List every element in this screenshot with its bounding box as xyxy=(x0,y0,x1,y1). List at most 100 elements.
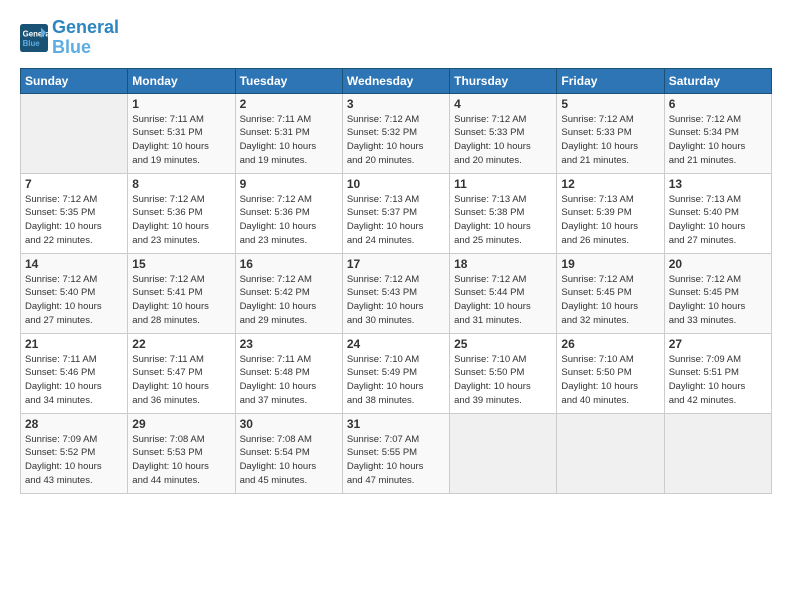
calendar-cell: 27 Sunrise: 7:09 AMSunset: 5:51 PMDayligh… xyxy=(664,333,771,413)
calendar-cell: 13 Sunrise: 7:13 AMSunset: 5:40 PMDayligh… xyxy=(664,173,771,253)
calendar-cell xyxy=(450,413,557,493)
calendar-cell: 1Sunrise: 7:11 AMSunset: 5:31 PMDaylight… xyxy=(128,93,235,173)
calendar-week-row: 1 Sunrise: 7:11 AMSunset: 5:31 PMDaylight… xyxy=(21,93,772,173)
calendar-cell: 9 Sunrise: 7:12 AMSunset: 5:36 PMDaylight… xyxy=(235,173,342,253)
day-info: Sunrise: 7:12 AMSunset: 5:36 PMDaylight:… xyxy=(132,193,230,248)
calendar-cell: 28 Sunrise: 7:09 AMSunset: 5:52 PMDayligh… xyxy=(21,413,128,493)
day-info: Sunrise: 7:13 AMSunset: 5:38 PMDaylight:… xyxy=(454,193,552,248)
calendar-cell: 14 Sunrise: 7:12 AMSunset: 5:40 PMDayligh… xyxy=(21,253,128,333)
page-container: General Blue GeneralBlue SundayMondayTue… xyxy=(0,0,792,504)
day-info: Sunrise: 7:12 AMSunset: 5:32 PMDaylight:… xyxy=(347,113,445,168)
calendar-cell: 19Sunrise: 7:12 AMSunset: 5:45 PMDayligh… xyxy=(557,253,664,333)
day-number: 30 xyxy=(240,417,338,431)
logo: General Blue GeneralBlue xyxy=(20,18,119,58)
day-number: 13 xyxy=(669,177,767,191)
day-number: 28 xyxy=(25,417,123,431)
calendar-cell: 10Sunrise: 7:13 AMSunset: 5:37 PMDayligh… xyxy=(342,173,449,253)
day-number: 7 xyxy=(25,177,123,191)
day-info: Sunrise: 7:11 AMSunset: 5:48 PMDaylight:… xyxy=(240,353,338,408)
day-number: 11 xyxy=(454,177,552,191)
calendar-cell xyxy=(664,413,771,493)
calendar-cell: 6Sunrise: 7:12 AMSunset: 5:34 PMDaylight… xyxy=(664,93,771,173)
day-number: 27 xyxy=(669,337,767,351)
calendar-week-row: 14 Sunrise: 7:12 AMSunset: 5:40 PMDayligh… xyxy=(21,253,772,333)
day-info: Sunrise: 7:12 AMSunset: 5:33 PMDaylight:… xyxy=(561,113,659,168)
day-number: 25 xyxy=(454,337,552,351)
day-number: 12 xyxy=(561,177,659,191)
calendar-cell: 20 Sunrise: 7:12 AMSunset: 5:45 PMDayligh… xyxy=(664,253,771,333)
calendar-cell: 25 Sunrise: 7:10 AMSunset: 5:50 PMDayligh… xyxy=(450,333,557,413)
weekday-header: Saturday xyxy=(664,68,771,93)
weekday-header: Monday xyxy=(128,68,235,93)
day-info: Sunrise: 7:12 AMSunset: 5:43 PMDaylight:… xyxy=(347,273,445,328)
calendar-cell: 7 Sunrise: 7:12 AMSunset: 5:35 PMDaylight… xyxy=(21,173,128,253)
calendar-cell: 24Sunrise: 7:10 AMSunset: 5:49 PMDayligh… xyxy=(342,333,449,413)
weekday-header: Friday xyxy=(557,68,664,93)
day-info: Sunrise: 7:10 AMSunset: 5:50 PMDaylight:… xyxy=(454,353,552,408)
day-info: Sunrise: 7:09 AMSunset: 5:52 PMDaylight:… xyxy=(25,433,123,488)
day-info: Sunrise: 7:12 AMSunset: 5:44 PMDaylight:… xyxy=(454,273,552,328)
day-number: 31 xyxy=(347,417,445,431)
svg-text:Blue: Blue xyxy=(23,39,41,48)
day-info: Sunrise: 7:11 AMSunset: 5:47 PMDaylight:… xyxy=(132,353,230,408)
day-number: 15 xyxy=(132,257,230,271)
day-number: 16 xyxy=(240,257,338,271)
calendar-week-row: 7 Sunrise: 7:12 AMSunset: 5:35 PMDaylight… xyxy=(21,173,772,253)
day-info: Sunrise: 7:12 AMSunset: 5:33 PMDaylight:… xyxy=(454,113,552,168)
weekday-header: Sunday xyxy=(21,68,128,93)
day-info: Sunrise: 7:13 AMSunset: 5:40 PMDaylight:… xyxy=(669,193,767,248)
calendar-cell: 18 Sunrise: 7:12 AMSunset: 5:44 PMDayligh… xyxy=(450,253,557,333)
calendar-week-row: 21Sunrise: 7:11 AMSunset: 5:46 PMDayligh… xyxy=(21,333,772,413)
weekday-header: Thursday xyxy=(450,68,557,93)
day-number: 9 xyxy=(240,177,338,191)
calendar-cell: 23 Sunrise: 7:11 AMSunset: 5:48 PMDayligh… xyxy=(235,333,342,413)
day-number: 20 xyxy=(669,257,767,271)
day-number: 23 xyxy=(240,337,338,351)
day-info: Sunrise: 7:10 AMSunset: 5:50 PMDaylight:… xyxy=(561,353,659,408)
calendar-cell: 11 Sunrise: 7:13 AMSunset: 5:38 PMDayligh… xyxy=(450,173,557,253)
day-number: 2 xyxy=(240,97,338,111)
day-info: Sunrise: 7:12 AMSunset: 5:36 PMDaylight:… xyxy=(240,193,338,248)
calendar-cell: 2 Sunrise: 7:11 AMSunset: 5:31 PMDaylight… xyxy=(235,93,342,173)
calendar-body: 1 Sunrise: 7:11 AMSunset: 5:31 PMDaylight… xyxy=(21,93,772,493)
day-number: 8 xyxy=(132,177,230,191)
logo-text: GeneralBlue xyxy=(52,18,119,58)
calendar-cell xyxy=(557,413,664,493)
weekday-header: Wednesday xyxy=(342,68,449,93)
day-info: Sunrise: 7:12 AMSunset: 5:45 PMDaylight:… xyxy=(561,273,659,328)
day-info: Sunrise: 7:12 AMSunset: 5:40 PMDaylight:… xyxy=(25,273,123,328)
logo-icon: General Blue xyxy=(20,24,48,52)
calendar-cell: 29 Sunrise: 7:08 AMSunset: 5:53 PMDayligh… xyxy=(128,413,235,493)
day-info: Sunrise: 7:12 AMSunset: 5:45 PMDaylight:… xyxy=(669,273,767,328)
calendar-cell: 26 Sunrise: 7:10 AMSunset: 5:50 PMDayligh… xyxy=(557,333,664,413)
calendar-week-row: 28 Sunrise: 7:09 AMSunset: 5:52 PMDayligh… xyxy=(21,413,772,493)
day-number: 29 xyxy=(132,417,230,431)
calendar-cell: 12Sunrise: 7:13 AMSunset: 5:39 PMDayligh… xyxy=(557,173,664,253)
day-info: Sunrise: 7:07 AMSunset: 5:55 PMDaylight:… xyxy=(347,433,445,488)
calendar-cell: 15Sunrise: 7:12 AMSunset: 5:41 PMDayligh… xyxy=(128,253,235,333)
calendar-cell xyxy=(21,93,128,173)
day-number: 21 xyxy=(25,337,123,351)
header: General Blue GeneralBlue xyxy=(20,18,772,58)
calendar-cell: 17Sunrise: 7:12 AMSunset: 5:43 PMDayligh… xyxy=(342,253,449,333)
day-number: 6 xyxy=(669,97,767,111)
calendar-cell: 3 Sunrise: 7:12 AMSunset: 5:32 PMDaylight… xyxy=(342,93,449,173)
day-info: Sunrise: 7:09 AMSunset: 5:51 PMDaylight:… xyxy=(669,353,767,408)
day-number: 5 xyxy=(561,97,659,111)
day-number: 14 xyxy=(25,257,123,271)
calendar-cell: 21Sunrise: 7:11 AMSunset: 5:46 PMDayligh… xyxy=(21,333,128,413)
calendar-cell: 22 Sunrise: 7:11 AMSunset: 5:47 PMDayligh… xyxy=(128,333,235,413)
calendar-cell: 5 Sunrise: 7:12 AMSunset: 5:33 PMDaylight… xyxy=(557,93,664,173)
day-number: 22 xyxy=(132,337,230,351)
day-number: 3 xyxy=(347,97,445,111)
day-info: Sunrise: 7:08 AMSunset: 5:53 PMDaylight:… xyxy=(132,433,230,488)
day-number: 26 xyxy=(561,337,659,351)
day-info: Sunrise: 7:12 AMSunset: 5:35 PMDaylight:… xyxy=(25,193,123,248)
day-number: 18 xyxy=(454,257,552,271)
calendar-table: SundayMondayTuesdayWednesdayThursdayFrid… xyxy=(20,68,772,494)
calendar-cell: 4Sunrise: 7:12 AMSunset: 5:33 PMDaylight… xyxy=(450,93,557,173)
day-info: Sunrise: 7:11 AMSunset: 5:31 PMDaylight:… xyxy=(240,113,338,168)
day-info: Sunrise: 7:12 AMSunset: 5:42 PMDaylight:… xyxy=(240,273,338,328)
day-info: Sunrise: 7:13 AMSunset: 5:37 PMDaylight:… xyxy=(347,193,445,248)
day-number: 1 xyxy=(132,97,230,111)
